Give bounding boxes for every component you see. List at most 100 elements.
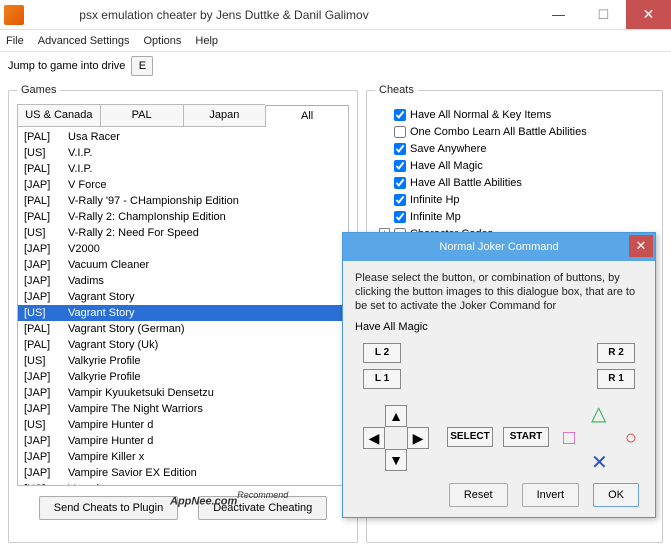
game-row[interactable]: [US]V.I.P. [18,145,348,161]
game-region: [JAP] [24,385,64,401]
dialog-close-button[interactable]: ✕ [629,235,653,257]
game-region: [JAP] [24,177,64,193]
cheat-checkbox[interactable] [394,160,406,172]
games-legend: Games [17,84,60,96]
tab-japan[interactable]: Japan [183,104,266,126]
menu-options[interactable]: Options [143,35,181,47]
cheat-checkbox[interactable] [394,143,406,155]
game-region: [PAL] [24,193,64,209]
game-row[interactable]: [JAP]Vampir Kyuuketsuki Densetzu [18,385,348,401]
circle-button[interactable]: ○ [625,427,637,450]
drive-button[interactable]: E [131,56,153,76]
r2-button[interactable]: R 2 [597,343,635,363]
dpad-down[interactable]: ▼ [385,449,407,471]
r1-button[interactable]: R 1 [597,369,635,389]
cheats-legend: Cheats [375,84,418,96]
cheat-row[interactable]: Have All Normal & Key Items [379,106,650,123]
cheat-row[interactable]: Have All Battle Abilities [379,174,650,191]
cheat-row[interactable]: Save Anywhere [379,140,650,157]
game-region: [PAL] [24,129,64,145]
game-title: V-Rally '97 - CHampionship Edition [68,193,239,209]
game-region: [JAP] [24,465,64,481]
ok-button[interactable]: OK [593,483,639,507]
cheat-checkbox[interactable] [394,126,406,138]
game-row[interactable]: [PAL]V-Rally 2: ChampIonship Edition [18,209,348,225]
reset-button[interactable]: Reset [449,483,508,507]
game-row[interactable]: [US]Vagrant Story [18,305,348,321]
game-title: Vagrant Story [68,289,134,305]
game-row[interactable]: [JAP]Valkyrie Profile [18,369,348,385]
region-tabs: US & Canada PAL Japan All [17,104,349,126]
game-title: Vampir Kyuuketsuki Densetzu [68,385,214,401]
game-row[interactable]: [PAL]V-Rally '97 - CHampionship Edition [18,193,348,209]
close-button[interactable]: ✕ [626,0,671,29]
cheat-row[interactable]: Infinite Hp [379,191,650,208]
menu-help[interactable]: Help [195,35,218,47]
joker-command-dialog: Normal Joker Command ✕ Please select the… [342,232,656,518]
dpad-left[interactable]: ◀ [363,427,385,449]
cheat-row[interactable]: Have All Magic [379,157,650,174]
game-row[interactable]: [US]Valkyrie Profile [18,353,348,369]
menu-advanced-settings[interactable]: Advanced Settings [38,35,130,47]
cheat-row[interactable]: Infinite Mp [379,208,650,225]
jump-label: Jump to game into drive [8,60,125,72]
cheat-label: Infinite Hp [410,194,460,206]
cheat-label: Have All Normal & Key Items [410,109,551,121]
dialog-titlebar[interactable]: Normal Joker Command ✕ [343,233,655,261]
tab-all[interactable]: All [265,105,349,127]
menubar: File Advanced Settings Options Help [0,30,671,52]
game-row[interactable]: [JAP]Vampire Savior EX Edition [18,465,348,481]
tab-us-canada[interactable]: US & Canada [17,104,100,126]
game-title: V-Rally 2: ChampIonship Edition [68,209,226,225]
game-region: [JAP] [24,401,64,417]
send-cheats-button[interactable]: Send Cheats to Plugin [39,496,178,520]
cheat-checkbox[interactable] [394,211,406,223]
minimize-button[interactable]: — [536,0,581,29]
game-title: V Force [68,177,107,193]
game-title: Vacuum Cleaner [68,257,149,273]
cheat-label: Have All Magic [410,160,483,172]
game-row[interactable]: [JAP]Vampire The Night Warriors [18,401,348,417]
game-row[interactable]: [JAP]Vampire Hunter d [18,433,348,449]
game-row[interactable]: [PAL]Vagrant Story (German) [18,321,348,337]
cheat-label: Have All Battle Abilities [410,177,522,189]
dialog-cheat-name: Have All Magic [355,321,643,333]
game-region: [PAL] [24,321,64,337]
games-listbox[interactable]: [PAL]Usa Racer[US]V.I.P.[PAL]V.I.P.[JAP]… [17,126,349,486]
cheat-row[interactable]: One Combo Learn All Battle Abilities [379,123,650,140]
game-row[interactable]: [JAP]Vagrant Story [18,289,348,305]
cheat-checkbox[interactable] [394,177,406,189]
l1-button[interactable]: L 1 [363,369,401,389]
square-button[interactable]: □ [563,427,575,450]
game-row[interactable]: [US]V-Rally 2: Need For Speed [18,225,348,241]
cheat-checkbox[interactable] [394,109,406,121]
game-row[interactable]: [PAL]V.I.P. [18,161,348,177]
dpad-right[interactable]: ▶ [407,427,429,449]
menu-file[interactable]: File [6,35,24,47]
start-button[interactable]: START [503,427,549,447]
game-row[interactable]: [JAP]Vampire Killer x [18,449,348,465]
window-title: psx emulation cheater by Jens Duttke & D… [32,8,536,22]
controller-pad: L 2 L 1 R 2 R 1 SELECT START ▲ ▼ ◀ ▶ △ ○… [355,343,643,483]
game-row[interactable]: [PAL]Vagrant Story (Uk) [18,337,348,353]
invert-button[interactable]: Invert [522,483,580,507]
game-row[interactable]: [JAP]V2000 [18,241,348,257]
game-row[interactable]: [US]Vampire Hunter d [18,417,348,433]
tab-pal[interactable]: PAL [100,104,183,126]
dpad-up[interactable]: ▲ [385,405,407,427]
dialog-title: Normal Joker Command [439,241,558,253]
deactivate-cheating-button[interactable]: Deactivate Cheating [198,496,327,520]
l2-button[interactable]: L 2 [363,343,401,363]
maximize-button[interactable]: ☐ [581,0,626,29]
game-region: [US] [24,417,64,433]
select-button[interactable]: SELECT [447,427,493,447]
game-row[interactable]: [PAL]Usa Racer [18,129,348,145]
game-row[interactable]: [JAP]Vadims [18,273,348,289]
cross-button[interactable]: ✕ [591,450,608,475]
cheat-checkbox[interactable] [394,194,406,206]
game-row[interactable]: [US]Vanark [18,481,348,486]
game-row[interactable]: [JAP]Vacuum Cleaner [18,257,348,273]
game-row[interactable]: [JAP]V Force [18,177,348,193]
game-region: [US] [24,353,64,369]
triangle-button[interactable]: △ [591,401,606,426]
